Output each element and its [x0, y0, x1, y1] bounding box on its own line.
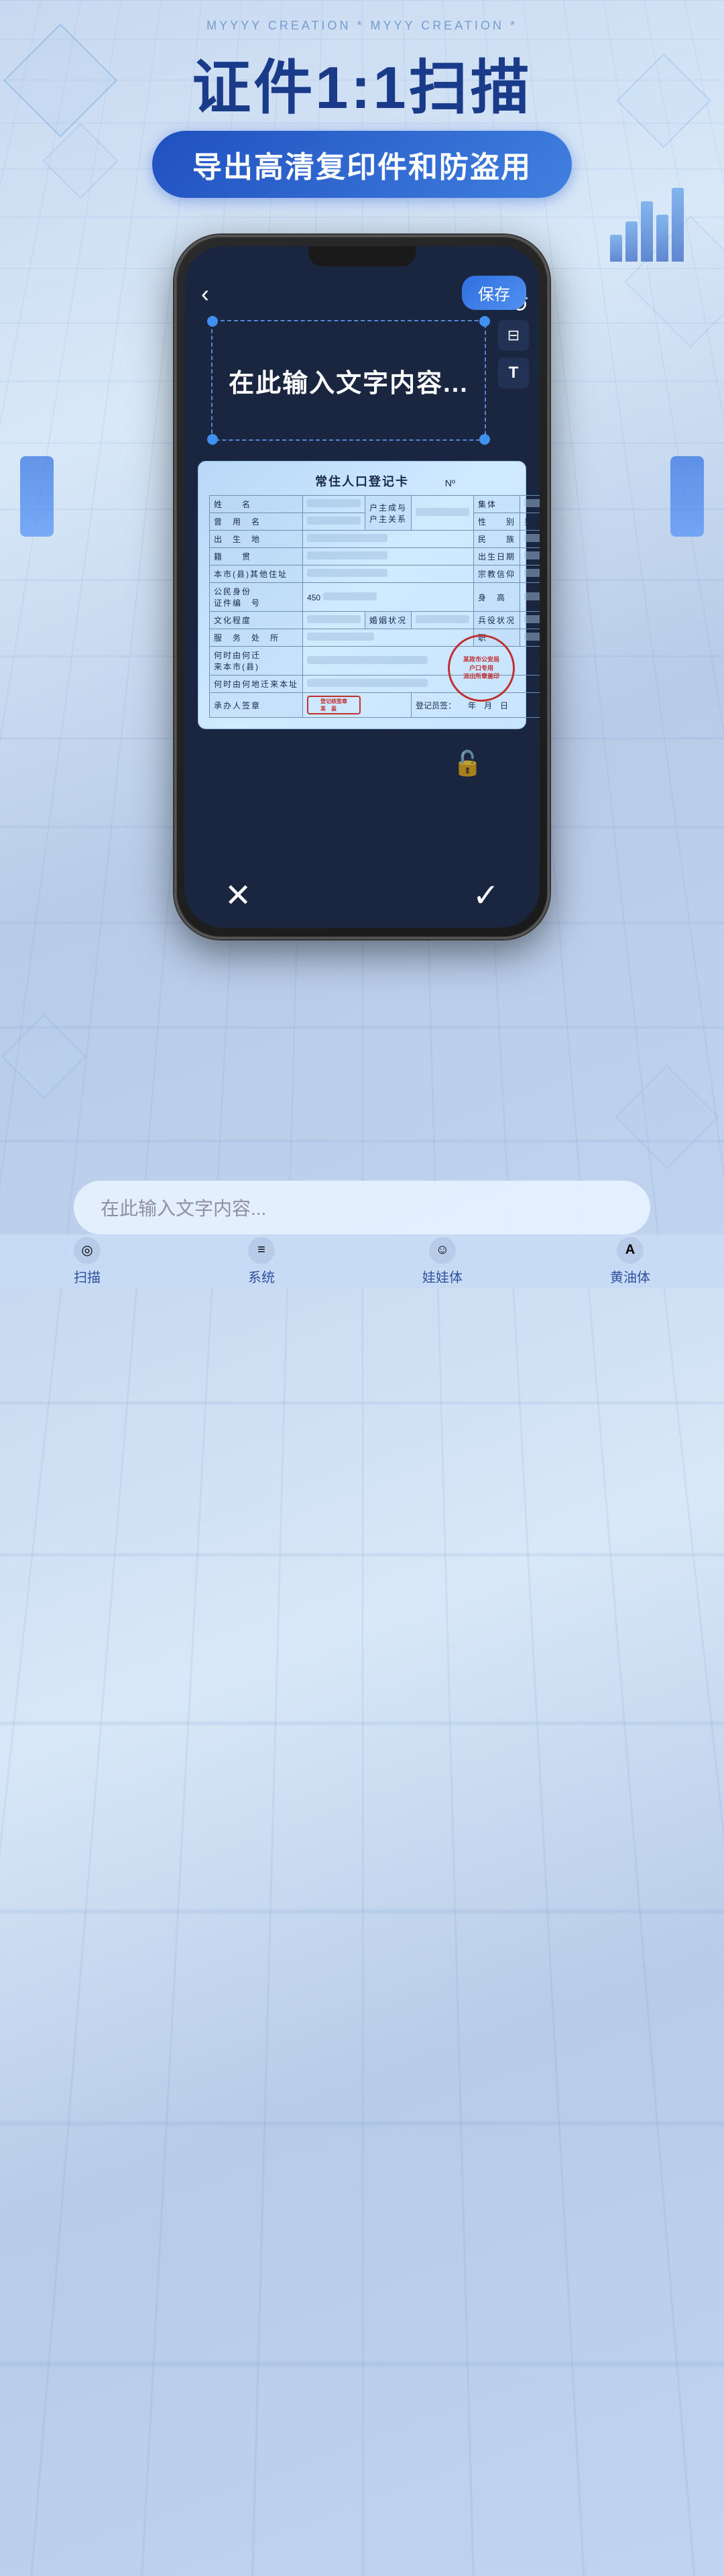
red-stamp: 某政市公安局户口专用派出所章盖印	[448, 635, 515, 702]
text-input-field[interactable]: 在此输入文字内容...	[74, 1181, 650, 1234]
nav-label-font1: 娃娃体	[422, 1267, 463, 1286]
resize-icon-button[interactable]: ⊟	[498, 320, 529, 351]
back-button[interactable]: ‹	[201, 280, 209, 308]
resize-icon: ⊟	[507, 327, 520, 344]
font2-icon: A	[617, 1237, 644, 1264]
cancel-button[interactable]: ✕	[225, 877, 251, 914]
bar-4	[656, 215, 668, 262]
bar-chart-decoration	[610, 188, 684, 262]
text-edit-area[interactable]: 在此输入文字内容...	[211, 320, 486, 441]
save-button[interactable]: 保存	[462, 276, 526, 310]
nav-item-system[interactable]: ≡ 系统	[248, 1237, 275, 1286]
text-format-icon: T	[509, 364, 519, 382]
scan-icon: ◎	[74, 1237, 101, 1264]
bar-3	[641, 201, 653, 262]
nav-label-system: 系统	[248, 1267, 275, 1286]
lock-icon: 🔓	[452, 749, 483, 777]
phone-mockup: ‹ ↺ 保存 在此输入文字内容... ⊟ T 常住人口登记卡 Nº	[174, 235, 550, 939]
document-number: Nº	[445, 478, 479, 488]
input-placeholder: 在此输入文字内容...	[101, 1198, 266, 1219]
table-row: 出 生 地 民 族	[210, 531, 540, 548]
corner-handle-tl[interactable]	[207, 316, 218, 327]
font1-icon: ☺	[429, 1237, 456, 1264]
page-title: 证件1:1扫描	[192, 40, 532, 125]
text-format-icon-button[interactable]: T	[498, 358, 529, 388]
table-row: 本市(县)其他住址 宗教信仰	[210, 566, 540, 583]
subtitle-banner: 导出高清复印件和防盗用	[152, 131, 572, 198]
nav-item-font1[interactable]: ☺ 娃娃体	[422, 1237, 463, 1286]
system-icon: ≡	[248, 1237, 275, 1264]
table-row: 籍 贯 出生日期	[210, 548, 540, 566]
bar-5	[672, 188, 684, 262]
watermark-text: MYYYY CREATION * MYYY CREATION *	[206, 19, 518, 33]
subtitle-text: 导出高清复印件和防盗用	[192, 151, 532, 184]
bottom-navigation: ◎ 扫描 ≡ 系统 ☺ 娃娃体 A 黄油体	[0, 1234, 724, 1288]
bar-1	[610, 235, 622, 262]
nav-item-font2[interactable]: A 黄油体	[610, 1237, 650, 1286]
confirm-button[interactable]: ✓	[473, 877, 499, 914]
edit-icons-panel: ⊟ T	[498, 320, 529, 388]
nav-item-scan[interactable]: ◎ 扫描	[74, 1237, 101, 1286]
table-row: 公民身份证件编 号 450 身 高	[210, 583, 540, 612]
phone-screen: ‹ ↺ 保存 在此输入文字内容... ⊟ T 常住人口登记卡 Nº	[184, 246, 540, 928]
side-decoration-left	[20, 456, 54, 537]
corner-handle-bl[interactable]	[207, 434, 218, 445]
phone-bottom-controls: ✕ ✓	[184, 877, 540, 914]
corner-handle-tr[interactable]	[479, 316, 490, 327]
phone-notch	[308, 246, 416, 266]
bar-2	[625, 221, 638, 262]
corner-handle-br[interactable]	[479, 434, 490, 445]
text-edit-placeholder: 在此输入文字内容...	[229, 362, 469, 399]
nav-label-font2: 黄油体	[610, 1267, 650, 1286]
nav-label-scan: 扫描	[74, 1267, 101, 1286]
table-row: 文化程度 婚姻状况 兵役状况	[210, 612, 540, 629]
table-row: 姓 名 户主成与户主关系 集体	[210, 496, 540, 513]
side-decoration-right	[670, 456, 704, 537]
stamp-circle: 某政市公安局户口专用派出所章盖印	[440, 627, 522, 709]
document-card: 常住人口登记卡 Nº 姓 名 户主成与户主关系 集体 曾 用 名 性 别 另	[198, 461, 526, 729]
